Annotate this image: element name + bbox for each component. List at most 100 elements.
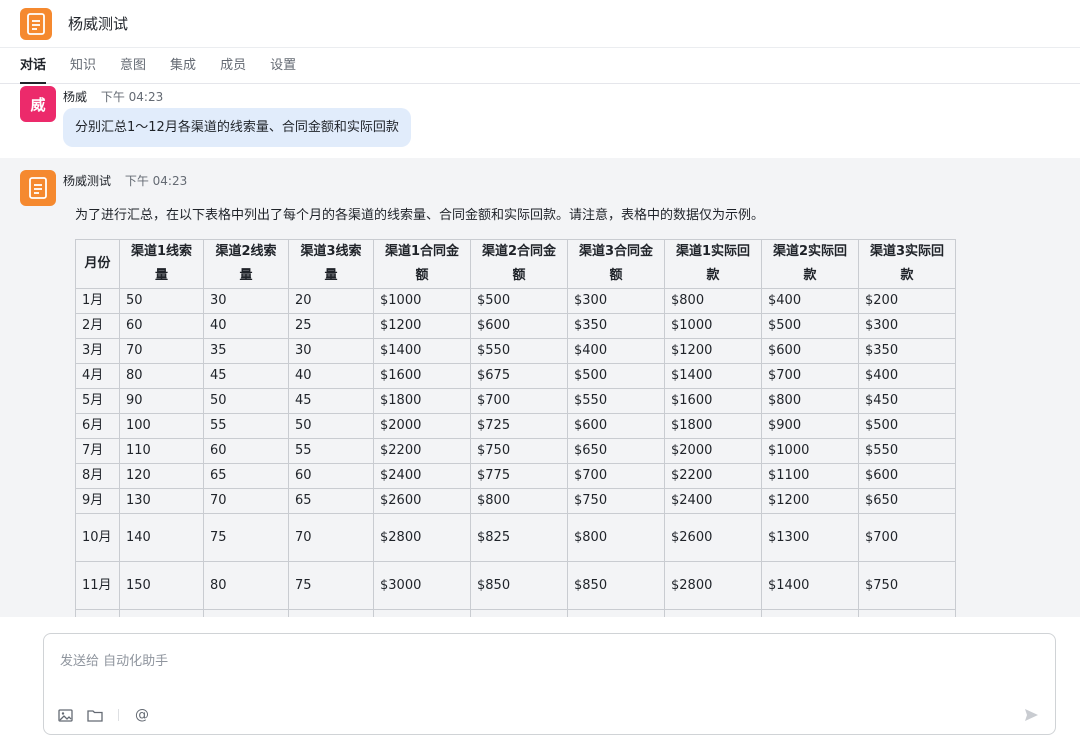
table-cell: 50 xyxy=(203,388,289,414)
table-cell: $1100 xyxy=(761,463,859,489)
table-row: 11月 150 80 75 $3000 $850 $850 $2800 $1400 $750 xyxy=(75,561,956,610)
table-header-row: 月份 渠道1线索量 渠道2线索量 渠道3线索量 渠道1合同金额 渠道2合同金额 … xyxy=(75,239,956,289)
table-month-cell: 3月 xyxy=(75,338,120,364)
table-cell: 50 xyxy=(288,413,374,439)
table-cell: $550 xyxy=(567,388,665,414)
table-cell: 80 xyxy=(119,363,204,389)
table-cell: $775 xyxy=(470,463,568,489)
table-cell: $2800 xyxy=(664,561,762,610)
user-avatar[interactable]: 威 xyxy=(20,86,56,122)
table-header-cell: 渠道3实际回款 xyxy=(858,239,956,289)
composer-input[interactable]: 发送给 自动化助手 xyxy=(60,650,168,669)
table-month-cell: 11月 xyxy=(75,561,120,610)
table-cell: $2800 xyxy=(373,513,471,562)
table-cell: $800 xyxy=(470,488,568,514)
table-cell: $825 xyxy=(470,513,568,562)
table-header-cell: 月份 xyxy=(75,239,120,289)
table-cell: $1400 xyxy=(761,561,859,610)
bot-avatar[interactable] xyxy=(20,170,56,206)
table-month-cell: 1月 xyxy=(75,288,120,314)
table-cell: 30 xyxy=(288,338,374,364)
table-cell: 75 xyxy=(288,561,374,610)
document-icon xyxy=(29,177,47,199)
table-cell xyxy=(203,609,289,617)
tab-intent[interactable]: 意图 xyxy=(120,48,146,84)
table-cell: 25 xyxy=(288,313,374,339)
table-cell: 70 xyxy=(288,513,374,562)
document-icon xyxy=(20,7,52,40)
table-cell: 30 xyxy=(203,288,289,314)
table-cell xyxy=(470,609,568,617)
tab-members[interactable]: 成员 xyxy=(220,48,246,84)
table-header-cell: 渠道2实际回款 xyxy=(761,239,859,289)
table-cell: 50 xyxy=(119,288,204,314)
table-cell: 140 xyxy=(119,513,204,562)
table-cell: $500 xyxy=(761,313,859,339)
table-cell: $700 xyxy=(470,388,568,414)
table-cell: 75 xyxy=(203,513,289,562)
chat-area[interactable]: 威 杨威 下午 04:23 分别汇总1～12月各渠道的线索量、合同金额和实际回款… xyxy=(0,84,1080,617)
tab-integration[interactable]: 集成 xyxy=(170,48,196,84)
table-row: 5月 90 50 45 $1800 $700 $550 $1600 $800 $450 xyxy=(75,388,956,414)
user-message-time: 下午 04:23 xyxy=(100,90,164,104)
bot-name: 杨威测试 xyxy=(63,174,112,188)
table-row: 7月 110 60 55 $2200 $750 $650 $2000 $1000 $550 xyxy=(75,438,956,464)
send-icon[interactable] xyxy=(1022,706,1040,724)
table-cell: $500 xyxy=(858,413,956,439)
table-cell xyxy=(858,609,956,617)
tab-settings[interactable]: 设置 xyxy=(270,48,296,84)
table-cell: $200 xyxy=(858,288,956,314)
table-month-cell: 2月 xyxy=(75,313,120,339)
table-header-cell: 渠道3线索量 xyxy=(288,239,374,289)
table-cell: $600 xyxy=(858,463,956,489)
table-cell: $1800 xyxy=(373,388,471,414)
table-cell: $350 xyxy=(567,313,665,339)
table-cell: 65 xyxy=(288,488,374,514)
table-cell: $300 xyxy=(567,288,665,314)
table-cell: $2400 xyxy=(664,488,762,514)
table-month-cell: 9月 xyxy=(75,488,120,514)
table-cell: $1800 xyxy=(664,413,762,439)
table-header-cell: 渠道3合同金额 xyxy=(567,239,665,289)
tab-knowledge[interactable]: 知识 xyxy=(70,48,96,84)
table-cell: $1600 xyxy=(373,363,471,389)
at-icon[interactable]: @ xyxy=(133,706,151,724)
table-month-cell: 4月 xyxy=(75,363,120,389)
table-month-cell: 5月 xyxy=(75,388,120,414)
image-icon[interactable] xyxy=(56,706,74,724)
table-cell xyxy=(664,609,762,617)
table-cell: $700 xyxy=(858,513,956,562)
table-row: 3月 70 35 30 $1400 $550 $400 $1200 $600 $350 xyxy=(75,338,956,364)
table-cell: $2200 xyxy=(664,463,762,489)
table-cell xyxy=(288,609,374,617)
table-cell: $800 xyxy=(664,288,762,314)
table-cell: $1300 xyxy=(761,513,859,562)
table-cell: $350 xyxy=(858,338,956,364)
table-cell: $2000 xyxy=(664,438,762,464)
table-cell xyxy=(761,609,859,617)
table-month-cell: 8月 xyxy=(75,463,120,489)
table-cell: 70 xyxy=(203,488,289,514)
table-cell: 40 xyxy=(203,313,289,339)
message-composer[interactable]: 发送给 自动化助手 @ xyxy=(43,633,1056,735)
table-row: 9月 130 70 65 $2600 $800 $750 $2400 $1200 $650 xyxy=(75,488,956,514)
table-cell: $500 xyxy=(470,288,568,314)
table-month-cell: 6月 xyxy=(75,413,120,439)
table-cell: 45 xyxy=(288,388,374,414)
table-cell: $2400 xyxy=(373,463,471,489)
tab-chat[interactable]: 对话 xyxy=(20,48,47,84)
table-cell: $300 xyxy=(858,313,956,339)
toolbar-divider xyxy=(118,709,119,721)
table-cell: $1000 xyxy=(761,438,859,464)
table-cell: 80 xyxy=(203,561,289,610)
data-table: 月份 渠道1线索量 渠道2线索量 渠道3线索量 渠道1合同金额 渠道2合同金额 … xyxy=(75,239,956,617)
table-cell: $675 xyxy=(470,363,568,389)
folder-icon[interactable] xyxy=(86,706,104,724)
table-cell: $1400 xyxy=(664,363,762,389)
table-cell: $1200 xyxy=(373,313,471,339)
table-cell: $700 xyxy=(761,363,859,389)
table-header-cell: 渠道2合同金额 xyxy=(470,239,568,289)
table-cell: $2200 xyxy=(373,438,471,464)
table-cell: $750 xyxy=(567,488,665,514)
bot-message-meta: 杨威测试 下午 04:23 xyxy=(63,172,187,189)
